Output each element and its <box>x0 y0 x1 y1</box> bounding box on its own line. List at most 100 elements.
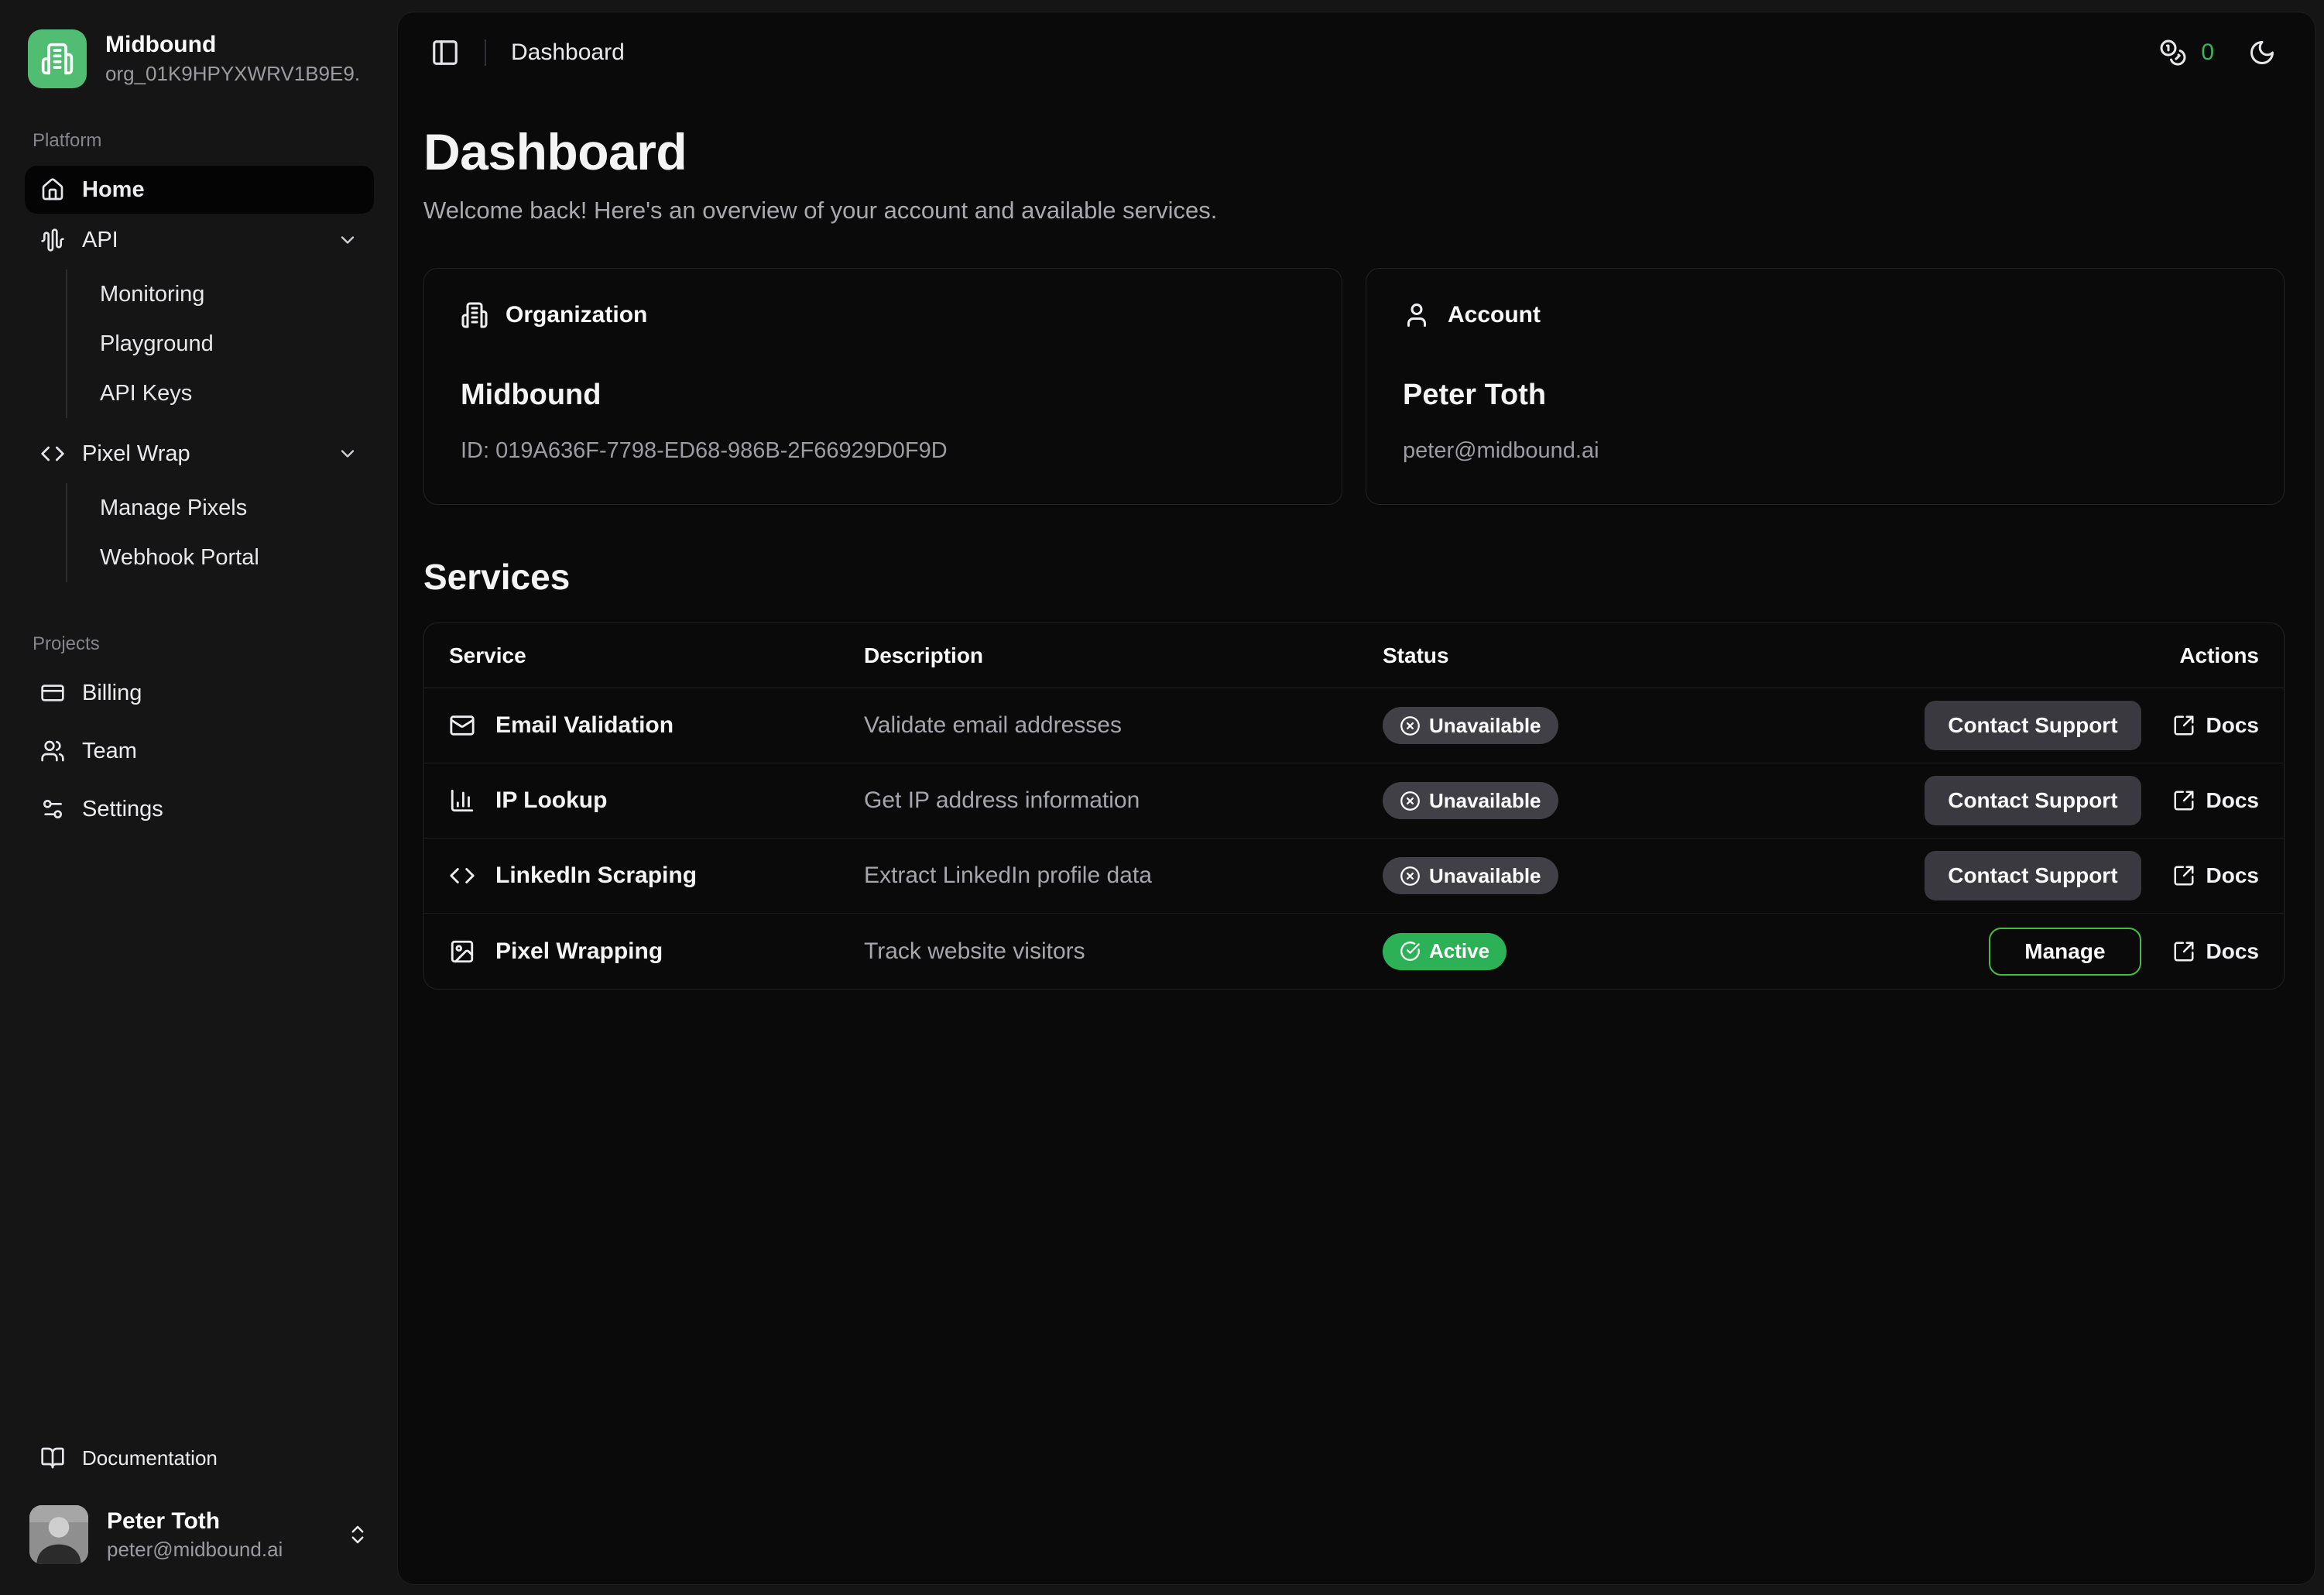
docs-label: Docs <box>2206 939 2259 964</box>
sidebar-item-label: Settings <box>82 797 163 822</box>
sidebar-item-webhook-portal[interactable]: Webhook Portal <box>67 533 374 582</box>
docs-label: Docs <box>2206 713 2259 738</box>
chevron-down-icon <box>337 443 358 465</box>
status-badge: Unavailable <box>1383 857 1558 894</box>
coins-icon <box>2159 39 2187 67</box>
projects-nav: Billing Team Settings <box>25 669 374 841</box>
moon-icon <box>2248 39 2276 67</box>
user-email: peter@midbound.ai <box>107 1538 283 1562</box>
user-icon <box>1403 301 1431 329</box>
column-header-status: Status <box>1383 643 1894 668</box>
external-link-icon <box>2172 789 2195 812</box>
service-description: Track website visitors <box>864 938 1383 965</box>
service-description: Validate email addresses <box>864 712 1383 739</box>
org-switcher[interactable]: Midbound org_01K9HPYXWRV1B9E9... <box>25 29 374 88</box>
organization-card: Organization Midbound ID: 019A636F-7798-… <box>423 268 1342 505</box>
organization-id: ID: 019A636F-7798-ED68-986B-2F66929D0F9D <box>461 438 1305 464</box>
service-name: IP Lookup <box>495 787 607 814</box>
org-name: Midbound <box>105 32 361 58</box>
service-description: Extract LinkedIn profile data <box>864 863 1383 889</box>
status-badge: Active <box>1383 933 1506 970</box>
book-open-icon <box>40 1446 65 1470</box>
sidebar-item-home[interactable]: Home <box>25 166 374 214</box>
org-id: org_01K9HPYXWRV1B9E9... <box>105 62 361 86</box>
service-name: LinkedIn Scraping <box>495 863 697 889</box>
avatar <box>29 1505 88 1564</box>
circle-x-icon <box>1400 715 1421 736</box>
docs-link[interactable]: Docs <box>2172 863 2259 888</box>
service-description: Get IP address information <box>864 787 1383 814</box>
sidebar-item-api[interactable]: API <box>25 216 374 264</box>
sidebar-item-playground[interactable]: Playground <box>67 319 374 369</box>
sidebar-footer: Documentation Peter Toth peter@midbound.… <box>25 1434 374 1564</box>
building-icon <box>461 301 488 329</box>
status-badge: Unavailable <box>1383 782 1558 819</box>
panel-left-icon <box>430 38 460 67</box>
page-title: Dashboard <box>423 122 2285 181</box>
org-meta: Midbound org_01K9HPYXWRV1B9E9... <box>105 32 361 86</box>
status-badge: Unavailable <box>1383 707 1558 744</box>
org-logo-icon <box>28 29 87 88</box>
docs-link[interactable]: Docs <box>2172 713 2259 738</box>
circle-x-icon <box>1400 866 1421 887</box>
external-link-icon <box>2172 714 2195 737</box>
services-table: Service Description Status Actions Email… <box>423 623 2285 990</box>
service-cell: IP Lookup <box>449 787 864 814</box>
app-root: Midbound org_01K9HPYXWRV1B9E9... Platfor… <box>0 0 2324 1595</box>
main-panel: Dashboard 0 D <box>397 12 2315 1585</box>
contact-support-button[interactable]: Contact Support <box>1925 776 2141 825</box>
account-card: Account Peter Toth peter@midbound.ai <box>1366 268 2285 505</box>
page-content: Dashboard Welcome back! Here's an overvi… <box>398 93 2315 990</box>
sidebar-item-pixel-wrap[interactable]: Pixel Wrap <box>25 430 374 478</box>
platform-nav: Home API Monitoring Playground API Keys … <box>25 166 374 592</box>
user-menu[interactable]: Peter Toth peter@midbound.ai <box>25 1505 374 1564</box>
service-cell: LinkedIn Scraping <box>449 863 864 889</box>
credits-indicator[interactable]: 0 <box>2159 39 2214 67</box>
chevron-down-icon <box>337 229 358 251</box>
sidebar: Midbound org_01K9HPYXWRV1B9E9... Platfor… <box>0 0 397 1595</box>
contact-support-button[interactable]: Contact Support <box>1925 701 2141 750</box>
building-icon <box>40 42 74 76</box>
sidebar-item-documentation[interactable]: Documentation <box>25 1434 374 1482</box>
topbar-divider <box>485 39 486 66</box>
organization-name: Midbound <box>461 379 1305 412</box>
topbar: Dashboard 0 <box>398 12 2315 93</box>
sidebar-item-api-keys[interactable]: API Keys <box>67 369 374 418</box>
sidebar-item-manage-pixels[interactable]: Manage Pixels <box>67 483 374 533</box>
account-card-title: Account <box>1448 302 1541 328</box>
chevrons-up-down-icon <box>346 1523 369 1546</box>
column-header-actions: Actions <box>1894 643 2259 668</box>
topbar-right: 0 <box>2159 39 2276 67</box>
contact-support-button[interactable]: Contact Support <box>1925 851 2141 900</box>
sidebar-item-team[interactable]: Team <box>25 727 374 775</box>
section-label-platform: Platform <box>33 130 374 152</box>
table-row-email-validation: Email Validation Validate email addresse… <box>424 688 2284 763</box>
sidebar-item-label: Home <box>82 177 145 203</box>
external-link-icon <box>2172 864 2195 887</box>
user-meta: Peter Toth peter@midbound.ai <box>107 1508 283 1562</box>
column-header-service: Service <box>449 643 864 668</box>
sidebar-item-label: Billing <box>82 681 142 706</box>
docs-link[interactable]: Docs <box>2172 939 2259 964</box>
service-cell: Pixel Wrapping <box>449 938 864 965</box>
docs-link[interactable]: Docs <box>2172 788 2259 813</box>
sidebar-item-billing[interactable]: Billing <box>25 669 374 717</box>
sidebar-item-monitoring[interactable]: Monitoring <box>67 269 374 319</box>
actions-cell: Contact Support Docs <box>1894 851 2259 900</box>
service-name: Pixel Wrapping <box>495 938 663 965</box>
circle-x-icon <box>1400 791 1421 811</box>
sidebar-item-label: Documentation <box>82 1446 218 1470</box>
table-row-pixel-wrapping: Pixel Wrapping Track website visitors Ac… <box>424 914 2284 989</box>
organization-card-title: Organization <box>506 302 647 328</box>
pixel-wrap-subnav: Manage Pixels Webhook Portal <box>66 483 374 582</box>
manage-button[interactable]: Manage <box>1989 928 2141 976</box>
services-table-header: Service Description Status Actions <box>424 623 2284 688</box>
sidebar-toggle-button[interactable] <box>430 38 460 67</box>
theme-toggle-button[interactable] <box>2248 39 2276 67</box>
sidebar-item-label: Team <box>82 739 137 764</box>
credit-card-icon <box>40 681 65 705</box>
docs-label: Docs <box>2206 863 2259 888</box>
account-name: Peter Toth <box>1403 379 2247 412</box>
account-card-header: Account <box>1403 301 2247 329</box>
sidebar-item-settings[interactable]: Settings <box>25 785 374 833</box>
